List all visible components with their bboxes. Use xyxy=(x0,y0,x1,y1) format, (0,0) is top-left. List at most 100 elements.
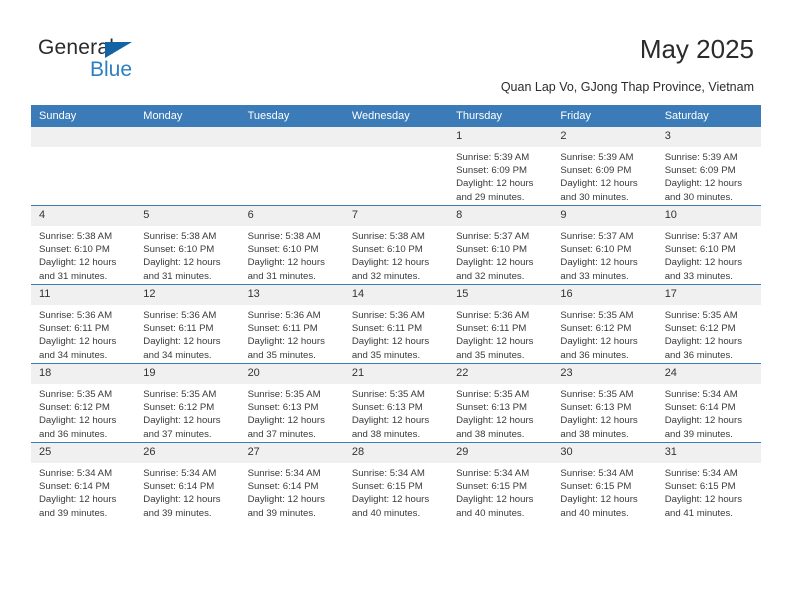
sun-info-daylight2: and 30 minutes. xyxy=(560,191,629,203)
sun-info-sunset: Sunset: 6:13 PM xyxy=(351,402,423,414)
calendar-day-cell[interactable]: 3 Sunrise: 5:39 AM Sunset: 6:09 PM Daylight… xyxy=(656,127,761,206)
sun-info-daylight2: and 38 minutes. xyxy=(351,428,421,440)
sun-info-daylight1: Daylight: 12 hours xyxy=(456,257,534,269)
calendar-day-cell[interactable]: 4 Sunrise: 5:38 AM Sunset: 6:10 PM Daylight… xyxy=(31,205,136,285)
day-number: 6 xyxy=(239,206,344,226)
sun-info-sunrise: Sunrise: 5:37 AM xyxy=(560,231,634,242)
sun-info-daylight1: Daylight: 12 hours xyxy=(664,257,743,269)
weekday-row: Sunday Monday Tuesday Wednesday Thursday… xyxy=(31,105,761,127)
calendar-day-cell[interactable]: 2 Sunrise: 5:39 AM Sunset: 6:09 PM Daylight… xyxy=(552,127,657,206)
day-sun-info: Sunrise: 5:35 AM Sunset: 6:13 PM Daylight:… xyxy=(240,384,344,441)
calendar-day-cell[interactable]: 5 Sunrise: 5:38 AM Sunset: 6:10 PM Daylight… xyxy=(135,205,240,285)
calendar-day-cell[interactable]: 11 Sunrise: 5:36 AM Sunset: 6:11 PM Dayligh… xyxy=(31,284,136,364)
day-sun-info: Sunrise: 5:36 AM Sunset: 6:11 PM Daylight:… xyxy=(344,305,448,362)
sun-info-daylight2: and 35 minutes. xyxy=(351,349,421,361)
sun-info-sunset: Sunset: 6:11 PM xyxy=(143,323,214,335)
calendar-day-cell[interactable]: 26 Sunrise: 5:34 AM Sunset: 6:14 PM Dayligh… xyxy=(135,442,240,521)
calendar-day-cell[interactable]: 23 Sunrise: 5:35 AM Sunset: 6:13 PM Dayligh… xyxy=(552,363,657,443)
day-sun-info: Sunrise: 5:34 AM Sunset: 6:14 PM Daylight:… xyxy=(135,463,239,520)
calendar-weekday-header: Sunday Monday Tuesday Wednesday Thursday… xyxy=(31,105,761,127)
calendar-week-row: 1 Sunrise: 5:39 AM Sunset: 6:09 PM Daylight… xyxy=(31,127,761,206)
sun-info-sunrise: Sunrise: 5:34 AM xyxy=(351,468,425,479)
sun-info-sunset: Sunset: 6:12 PM xyxy=(39,402,110,414)
calendar-day-cell[interactable]: 14 Sunrise: 5:36 AM Sunset: 6:11 PM Dayligh… xyxy=(343,284,449,364)
sun-info-sunset: Sunset: 6:09 PM xyxy=(560,165,632,177)
day-number: 17 xyxy=(656,285,761,305)
sun-info-daylight2: and 34 minutes. xyxy=(143,349,212,361)
calendar-day-cell[interactable]: 6 Sunrise: 5:38 AM Sunset: 6:10 PM Daylight… xyxy=(239,205,344,285)
sun-info-daylight1: Daylight: 12 hours xyxy=(39,494,117,506)
sun-info-sunrise: Sunrise: 5:35 AM xyxy=(247,389,321,400)
calendar-day-cell[interactable]: 17 Sunrise: 5:35 AM Sunset: 6:12 PM Dayligh… xyxy=(656,284,761,364)
calendar-day-cell[interactable]: 31 Sunrise: 5:34 AM Sunset: 6:15 PM Dayligh… xyxy=(656,442,761,521)
calendar-day-cell[interactable]: 18 Sunrise: 5:35 AM Sunset: 6:12 PM Dayligh… xyxy=(31,363,136,443)
calendar-day-cell[interactable]: 24 Sunrise: 5:34 AM Sunset: 6:14 PM Dayligh… xyxy=(656,363,761,443)
sun-info-sunset: Sunset: 6:14 PM xyxy=(143,481,215,493)
calendar-day-cell[interactable]: 10 Sunrise: 5:37 AM Sunset: 6:10 PM Dayligh… xyxy=(656,205,761,285)
logo[interactable]: General Blue xyxy=(38,36,238,88)
day-sun-info: Sunrise: 5:36 AM Sunset: 6:11 PM Daylight:… xyxy=(448,305,552,362)
calendar-week-row: 4 Sunrise: 5:38 AM Sunset: 6:10 PM Daylight… xyxy=(31,205,761,285)
day-sun-info: Sunrise: 5:35 AM Sunset: 6:13 PM Daylight:… xyxy=(448,384,552,441)
day-number: 22 xyxy=(448,364,553,384)
day-sun-info: Sunrise: 5:36 AM Sunset: 6:11 PM Daylight:… xyxy=(31,305,135,362)
calendar-day-cell[interactable]: 30 Sunrise: 5:34 AM Sunset: 6:15 PM Dayligh… xyxy=(552,442,657,521)
sun-info-sunrise: Sunrise: 5:35 AM xyxy=(143,389,217,400)
calendar-body: 1 Sunrise: 5:39 AM Sunset: 6:09 PM Daylight… xyxy=(31,127,761,521)
sun-info-daylight1: Daylight: 12 hours xyxy=(351,415,430,427)
day-sun-info: Sunrise: 5:37 AM Sunset: 6:10 PM Daylight:… xyxy=(448,226,552,283)
sun-info-daylight2: and 40 minutes. xyxy=(560,507,629,519)
sun-info-daylight1: Daylight: 12 hours xyxy=(247,494,325,506)
weekday-header-monday: Monday xyxy=(135,105,240,127)
calendar-empty-cell xyxy=(135,127,240,206)
calendar-day-cell[interactable]: 19 Sunrise: 5:35 AM Sunset: 6:12 PM Dayligh… xyxy=(135,363,240,443)
sun-info-daylight1: Daylight: 12 hours xyxy=(560,415,638,427)
day-sun-info: Sunrise: 5:35 AM Sunset: 6:13 PM Daylight:… xyxy=(344,384,448,441)
sun-info-daylight1: Daylight: 12 hours xyxy=(351,494,430,506)
calendar-day-cell[interactable]: 22 Sunrise: 5:35 AM Sunset: 6:13 PM Dayligh… xyxy=(448,363,553,443)
calendar-page: General Blue May 2025 Quan Lap Vo, GJong… xyxy=(0,0,792,612)
day-sun-info: Sunrise: 5:38 AM Sunset: 6:10 PM Daylight:… xyxy=(135,226,239,283)
calendar-day-cell[interactable]: 25 Sunrise: 5:34 AM Sunset: 6:14 PM Dayligh… xyxy=(31,442,136,521)
calendar-day-cell[interactable]: 21 Sunrise: 5:35 AM Sunset: 6:13 PM Dayligh… xyxy=(343,363,449,443)
calendar-day-cell[interactable]: 28 Sunrise: 5:34 AM Sunset: 6:15 PM Dayligh… xyxy=(343,442,449,521)
sun-info-daylight2: and 31 minutes. xyxy=(247,270,316,282)
sun-info-daylight1: Daylight: 12 hours xyxy=(351,336,430,348)
day-sun-info: Sunrise: 5:36 AM Sunset: 6:11 PM Daylight:… xyxy=(135,305,239,362)
sun-info-daylight2: and 29 minutes. xyxy=(456,191,525,203)
calendar-day-cell[interactable]: 15 Sunrise: 5:36 AM Sunset: 6:11 PM Dayligh… xyxy=(448,284,553,364)
calendar-day-cell[interactable]: 8 Sunrise: 5:37 AM Sunset: 6:10 PM Daylight… xyxy=(448,205,553,285)
calendar-day-cell[interactable]: 1 Sunrise: 5:39 AM Sunset: 6:09 PM Daylight… xyxy=(448,127,553,206)
day-number: 26 xyxy=(135,443,240,463)
sun-info-daylight1: Daylight: 12 hours xyxy=(560,336,638,348)
calendar-day-cell[interactable]: 12 Sunrise: 5:36 AM Sunset: 6:11 PM Dayligh… xyxy=(135,284,240,364)
sun-info-daylight1: Daylight: 12 hours xyxy=(143,494,221,506)
calendar-day-cell[interactable]: 20 Sunrise: 5:35 AM Sunset: 6:13 PM Dayligh… xyxy=(239,363,344,443)
calendar-day-cell[interactable]: 7 Sunrise: 5:38 AM Sunset: 6:10 PM Daylight… xyxy=(343,205,449,285)
sun-info-sunrise: Sunrise: 5:34 AM xyxy=(247,468,321,479)
sun-info-sunset: Sunset: 6:11 PM xyxy=(247,323,318,335)
day-number: 1 xyxy=(448,127,553,147)
calendar-day-cell[interactable]: 9 Sunrise: 5:37 AM Sunset: 6:10 PM Daylight… xyxy=(552,205,657,285)
sun-info-sunrise: Sunrise: 5:34 AM xyxy=(664,468,738,479)
day-number: 14 xyxy=(343,285,449,305)
calendar-day-cell[interactable]: 27 Sunrise: 5:34 AM Sunset: 6:14 PM Dayligh… xyxy=(239,442,344,521)
day-number: 7 xyxy=(343,206,449,226)
sun-info-sunset: Sunset: 6:10 PM xyxy=(39,244,110,256)
page-subtitle: Quan Lap Vo, GJong Thap Province, Vietna… xyxy=(500,80,754,94)
calendar-day-cell[interactable]: 16 Sunrise: 5:35 AM Sunset: 6:12 PM Dayligh… xyxy=(552,284,657,364)
sun-info-daylight2: and 31 minutes. xyxy=(39,270,108,282)
sun-info-sunrise: Sunrise: 5:35 AM xyxy=(456,389,530,400)
sun-info-sunset: Sunset: 6:14 PM xyxy=(247,481,319,493)
day-sun-info: Sunrise: 5:39 AM Sunset: 6:09 PM Daylight:… xyxy=(448,147,552,204)
sun-info-sunrise: Sunrise: 5:37 AM xyxy=(456,231,530,242)
calendar-day-cell[interactable]: 29 Sunrise: 5:34 AM Sunset: 6:15 PM Dayligh… xyxy=(448,442,553,521)
sun-info-sunset: Sunset: 6:10 PM xyxy=(143,244,215,256)
calendar-week-row: 11 Sunrise: 5:36 AM Sunset: 6:11 PM Dayligh… xyxy=(31,284,761,364)
sun-info-daylight1: Daylight: 12 hours xyxy=(560,257,638,269)
day-sun-info: Sunrise: 5:34 AM Sunset: 6:15 PM Daylight:… xyxy=(344,463,448,520)
sun-info-sunrise: Sunrise: 5:34 AM xyxy=(456,468,530,479)
calendar-day-cell[interactable]: 13 Sunrise: 5:36 AM Sunset: 6:11 PM Dayligh… xyxy=(239,284,344,364)
sun-info-daylight2: and 38 minutes. xyxy=(560,428,629,440)
sun-info-daylight2: and 32 minutes. xyxy=(351,270,421,282)
